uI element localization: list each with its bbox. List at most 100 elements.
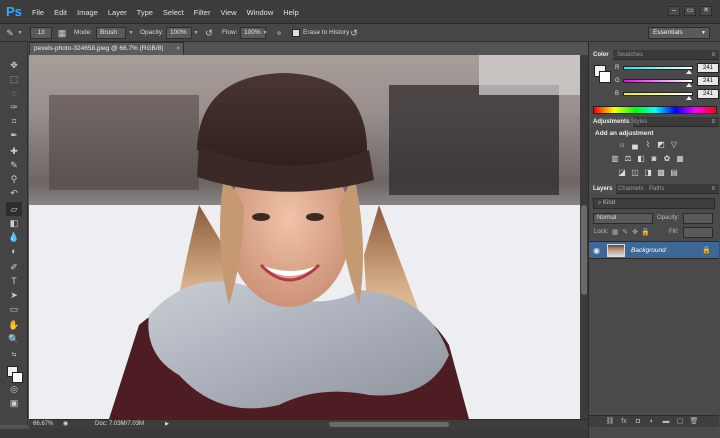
eye-icon[interactable]: ◉ [593,246,600,255]
green-slider-knob[interactable] [686,83,693,87]
color-balance-icon[interactable]: ⚖ [623,154,633,164]
workspace-select[interactable]: Essentials ▼ [648,27,710,39]
eraser-tool-icon[interactable]: ▱ [6,202,22,216]
new-layer-icon[interactable]: ▢ [675,417,685,427]
channel-mixer-icon[interactable]: ✿ [662,154,672,164]
hand-tool-icon[interactable]: ✋ [6,318,22,332]
menu-view[interactable]: View [220,8,236,17]
new-adjustment-layer-icon[interactable]: ◐ [647,417,657,427]
lock-position-icon[interactable]: ✥ [631,228,639,238]
layer-row-background[interactable]: ◉ Background 🔒 [589,241,719,259]
lock-pixels-icon[interactable]: ✎ [621,228,629,238]
vibrance-icon[interactable]: ▽ [669,140,679,150]
color-spectrum-bar[interactable] [593,106,717,114]
color-lookup-icon[interactable]: ▦ [675,154,685,164]
layer-opacity-input[interactable] [683,213,713,224]
menu-file[interactable]: File [32,8,44,17]
status-menu-icon[interactable]: ▶ [165,420,169,429]
levels-icon[interactable]: ▄ [630,140,640,150]
layer-name[interactable]: Background [631,242,666,259]
menu-filter[interactable]: Filter [194,8,211,17]
exposure-icon[interactable]: ◩ [656,140,666,150]
zoom-tool-icon[interactable]: 🔍 [6,332,22,346]
color-panel-background[interactable] [599,71,611,83]
vertical-scrollbar[interactable] [580,55,588,419]
status-info-icon[interactable]: ◉ [63,420,68,429]
history-brush-tool-icon[interactable]: ↶ [6,186,22,200]
menu-layer[interactable]: Layer [108,8,127,17]
blue-value-input[interactable]: 241 [697,89,719,99]
move-tool-icon[interactable]: ✥ [6,58,22,72]
quick-select-tool-icon[interactable]: ✑ [6,100,22,114]
tab-layers[interactable]: Layers [589,184,617,194]
screen-mode-icon[interactable]: ▣ [6,396,22,410]
path-select-tool-icon[interactable]: ➤ [6,288,22,302]
swap-colors-icon[interactable]: ⇆ [6,348,22,362]
threshold-icon[interactable]: ◨ [643,168,653,178]
gradient-map-icon[interactable]: ▤ [669,168,679,178]
lasso-tool-icon[interactable]: ◌ [6,86,22,100]
mode-select[interactable]: Brush [96,27,126,39]
add-mask-icon[interactable]: ◘ [633,417,643,427]
erase-to-history-checkbox[interactable] [292,29,300,37]
brush-tool-icon[interactable]: ✎ [6,158,22,172]
vertical-scroll-thumb[interactable] [581,205,587,295]
blue-slider-knob[interactable] [686,96,693,100]
invert-icon[interactable]: ◪ [617,168,627,178]
menu-image[interactable]: Image [77,8,98,17]
lock-all-icon[interactable]: 🔒 [641,228,650,238]
horizontal-scroll-thumb[interactable] [329,422,449,427]
preset-dropdown-icon[interactable]: ▼ [17,27,23,39]
posterize-icon[interactable]: ◫ [630,168,640,178]
adjustments-panel-menu-icon[interactable]: ≡ [711,117,715,127]
document-tab[interactable]: pexels-photo-324658.jpeg @ 66.7% (RGB/8)… [29,42,184,55]
color-panel-menu-icon[interactable]: ≡ [711,50,715,60]
zoom-level[interactable]: 66.67% [33,420,53,429]
layer-filter-select[interactable]: ⌕ Kind [593,198,715,209]
minimize-button[interactable]: – [668,6,680,16]
document-canvas[interactable] [29,55,580,419]
selective-color-icon[interactable]: ▩ [656,168,666,178]
shape-tool-icon[interactable]: ▭ [6,302,22,316]
type-tool-icon[interactable]: T [6,274,22,288]
mode-dropdown-icon[interactable]: ▼ [128,27,134,39]
blend-mode-select[interactable]: Normal [593,213,653,224]
brush-panel-icon[interactable]: ▦ [56,27,68,39]
green-value-input[interactable]: 241 [697,76,719,86]
red-slider[interactable] [623,66,693,70]
tab-channels[interactable]: Channels [614,184,647,194]
lock-transparency-icon[interactable]: ▦ [611,228,619,238]
pressure-opacity-icon[interactable]: ↺ [203,27,215,39]
fill-input[interactable] [683,227,713,238]
link-layers-icon[interactable]: ⛓ [605,417,615,427]
maximize-button[interactable]: ▭ [684,6,696,16]
red-value-input[interactable]: 241 [697,63,719,73]
new-group-icon[interactable]: ▬ [661,417,671,427]
opacity-dropdown-icon[interactable]: ▼ [193,27,199,39]
menu-select[interactable]: Select [163,8,184,17]
menu-type[interactable]: Type [137,8,153,17]
menu-window[interactable]: Window [247,8,274,17]
pen-tool-icon[interactable]: ✐ [6,260,22,274]
layer-style-icon[interactable]: fx [619,417,629,427]
blur-tool-icon[interactable]: 💧 [6,230,22,244]
close-document-icon[interactable]: × [176,43,180,55]
hue-saturation-icon[interactable]: ▥ [610,154,620,164]
photo-filter-icon[interactable]: ◙ [649,154,659,164]
crop-tool-icon[interactable]: ⌗ [6,114,22,128]
clone-stamp-tool-icon[interactable]: ⚲ [6,172,22,186]
opacity-input[interactable]: 100% [166,27,192,39]
marquee-tool-icon[interactable]: ⬚ [6,72,22,86]
delete-layer-icon[interactable]: 🗑 [689,417,699,427]
menu-help[interactable]: Help [283,8,298,17]
close-window-button[interactable]: ✕ [700,6,712,16]
tab-paths[interactable]: Paths [645,184,668,194]
tab-swatches[interactable]: Swatches [613,50,647,60]
quick-mask-icon[interactable]: ◎ [6,382,22,396]
green-slider[interactable] [623,79,693,83]
gradient-tool-icon[interactable]: ◧ [6,216,22,230]
curves-icon[interactable]: ⌇ [643,140,653,150]
tab-color[interactable]: Color [589,50,613,60]
airbrush-icon[interactable]: ⚬ [273,27,285,39]
flow-dropdown-icon[interactable]: ▼ [262,27,268,39]
